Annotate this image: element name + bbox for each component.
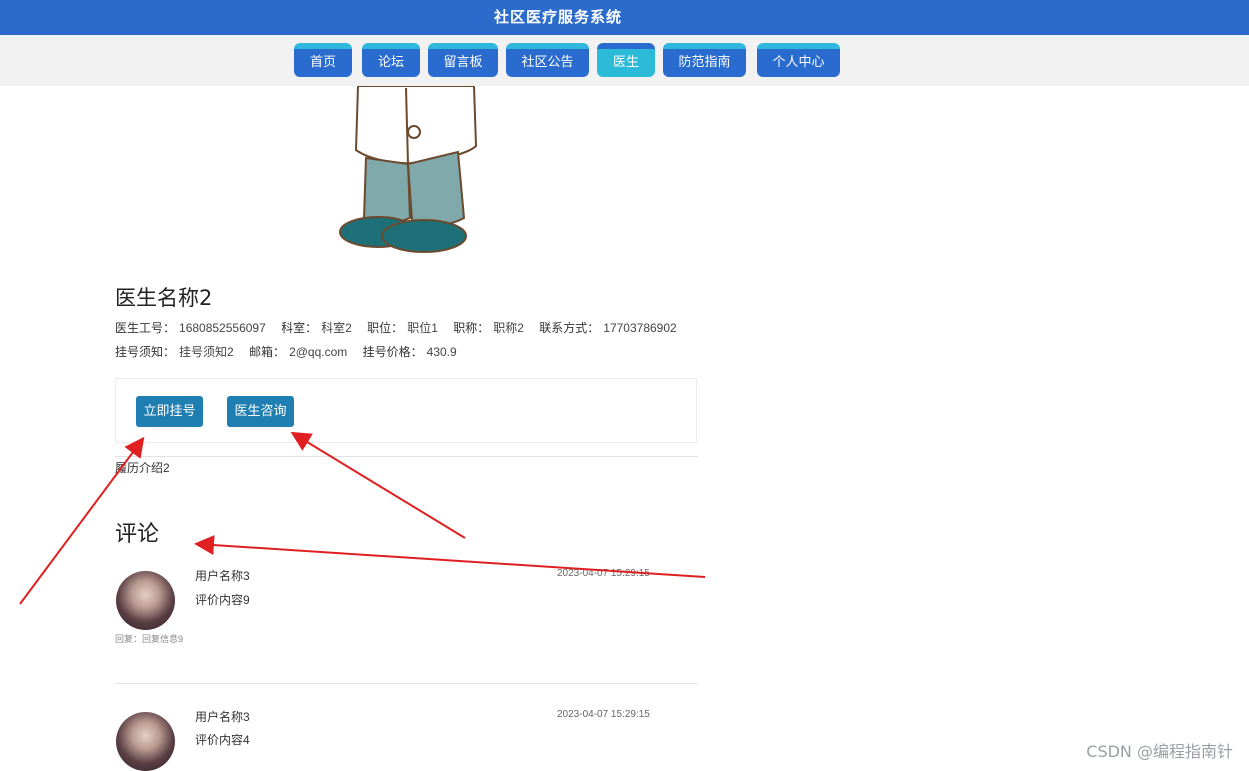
field-value: 科室2 xyxy=(321,321,352,335)
nav-forum[interactable]: 论坛 xyxy=(362,43,420,77)
site-title: 社区医疗服务系统 xyxy=(494,8,623,26)
divider xyxy=(115,456,698,457)
field-value: 2@qq.com xyxy=(289,345,348,359)
field-value: 职位1 xyxy=(407,321,438,335)
doctor-illustration xyxy=(339,86,478,253)
comments-heading: 评论 xyxy=(115,522,160,547)
nav-user-center[interactable]: 个人中心 xyxy=(757,43,840,77)
doctor-info-line-2: 挂号须知： 挂号须知2 邮箱： 2@qq.com 挂号价格： 430.9 xyxy=(115,343,469,360)
field-label: 职位： xyxy=(367,321,404,335)
doctor-intro: 履历介绍2 xyxy=(115,461,170,475)
field-label: 医生工号： xyxy=(115,321,176,335)
nav-message-board[interactable]: 留言板 xyxy=(428,43,498,77)
doctor-actions-panel: 立即挂号 医生咨询 xyxy=(115,378,697,443)
nav-announcements[interactable]: 社区公告 xyxy=(506,43,589,77)
header-bar: 社区医疗服务系统 xyxy=(0,0,1249,35)
doctor-info-line-1: 医生工号： 1680852556097 科室： 科室2 职位： 职位1 职称： 职称2 … xyxy=(115,319,689,336)
comment-time: 2023-04-07 15:29:15 xyxy=(557,568,650,579)
field-label: 科室： xyxy=(281,321,318,335)
field-label: 职称： xyxy=(453,321,490,335)
field-value: 17703786902 xyxy=(603,321,677,335)
register-button[interactable]: 立即挂号 xyxy=(136,396,203,427)
field-value: 挂号须知2 xyxy=(179,345,234,359)
arrow-to-consult-button xyxy=(290,431,466,539)
field-value: 430.9 xyxy=(426,345,457,359)
comment-content: 评价内容9 xyxy=(195,593,250,607)
field-label: 挂号须知： xyxy=(115,345,176,359)
nav-prevention-guide[interactable]: 防范指南 xyxy=(663,43,746,77)
main-nav: 首页 论坛 留言板 社区公告 医生 防范指南 个人中心 xyxy=(0,35,1249,86)
avatar xyxy=(116,712,175,771)
consult-button[interactable]: 医生咨询 xyxy=(227,396,294,427)
nav-doctor[interactable]: 医生 xyxy=(597,43,655,77)
field-label: 联系方式： xyxy=(539,321,600,335)
watermark: CSDN @编程指南针 xyxy=(1086,742,1233,761)
avatar xyxy=(116,571,175,630)
field-label: 邮箱： xyxy=(249,345,286,359)
comment-content: 评价内容4 xyxy=(195,733,250,747)
field-value: 1680852556097 xyxy=(179,321,266,335)
comment-username: 用户名称3 xyxy=(195,569,250,583)
comment-username: 用户名称3 xyxy=(195,710,250,724)
field-label: 挂号价格： xyxy=(362,345,423,359)
doctor-name: 医生名称2 xyxy=(115,286,213,310)
field-value: 职称2 xyxy=(493,321,524,335)
divider xyxy=(115,683,698,684)
comment-time: 2023-04-07 15:29:15 xyxy=(557,709,650,720)
comment-reply: 回复：回复信息9 xyxy=(115,634,184,644)
nav-home[interactable]: 首页 xyxy=(294,43,352,77)
